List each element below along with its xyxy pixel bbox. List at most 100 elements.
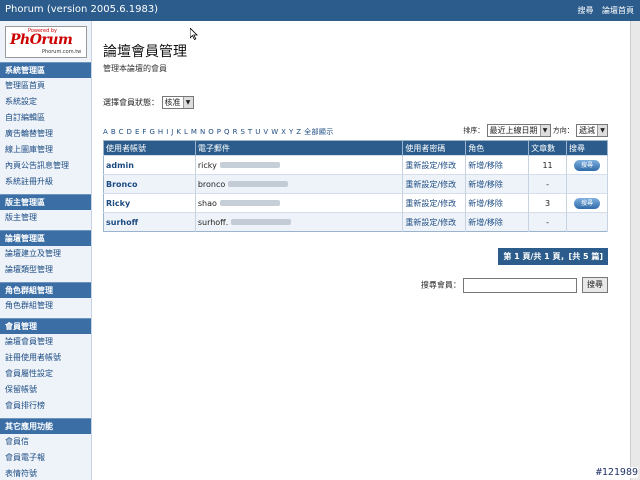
sidebar-item-forum-types[interactable]: 論壇類型管理: [0, 262, 91, 278]
logo-name: PhOrum: [10, 32, 73, 48]
redacted-email: [219, 200, 280, 206]
vertical-scrollbar[interactable]: [630, 21, 640, 480]
col-username: 使用者帳號: [103, 140, 196, 156]
post-count: -: [528, 212, 567, 232]
direction-label: 方向：: [552, 126, 574, 135]
sidebar-item-moderator-admin[interactable]: 版主管理: [0, 210, 91, 226]
username-link[interactable]: Ricky: [106, 199, 130, 208]
sidebar-header: 其它應用功能: [0, 418, 91, 434]
sidebar-group-system: 系統管理區 管理區首頁 系統設定 自訂編輯區 廣告輪替管理 線上圖庫管理 內頁公…: [0, 62, 91, 190]
email-text: surhoff.: [197, 217, 229, 227]
top-link-search[interactable]: 搜尋: [577, 6, 593, 15]
sort-value: 最近上線日期: [489, 126, 538, 135]
sort-controls: 排序： 最近上線日期 ▼ 方向： 遞減 ▼: [463, 124, 608, 137]
sidebar-group-members: 會員管理 論壇會員管理 註冊使用者帳號 會員屬性設定 保留帳號 會員排行榜: [0, 318, 91, 414]
status-select[interactable]: 核准 ▼: [161, 96, 194, 109]
app-title: Phorum (version 2005.6.1983): [5, 4, 159, 15]
sidebar-item-upgrade[interactable]: 系統註冊升級: [0, 174, 91, 190]
sidebar-item-forum-create[interactable]: 論壇建立及管理: [0, 246, 91, 262]
status-label: 選擇會員狀態：: [103, 98, 159, 107]
top-links: 搜尋 論壇首頁: [571, 5, 634, 16]
sidebar-item-newsletter[interactable]: 會員電子報: [0, 450, 91, 466]
post-count: 3: [528, 193, 567, 213]
page-subtitle: 管理本論壇的會員: [103, 64, 167, 73]
mouse-cursor-icon: [190, 28, 198, 40]
post-count: 11: [528, 155, 567, 175]
search-cell: [566, 174, 608, 194]
sidebar-item-gallery[interactable]: 線上圖庫管理: [0, 142, 91, 158]
email-text: ricky: [197, 160, 217, 170]
table-row: Bronco bronco 重新設定/修改 新增/移除 -: [103, 174, 608, 194]
role-edit-link[interactable]: 新增/移除: [468, 199, 503, 208]
sidebar-item-admin-home[interactable]: 管理區首頁: [0, 78, 91, 94]
sidebar-item-role-groups[interactable]: 角色群組管理: [0, 298, 91, 314]
members-table: 使用者帳號 電子郵件 使用者密碼 角色 文章數 搜尋 admin ricky 重…: [103, 140, 608, 232]
sidebar: Powered by PhOrum Phorum.com.tw 系統管理區 管理…: [0, 21, 92, 480]
redacted-email: [219, 162, 280, 168]
sidebar-group-roles: 角色群組管理 角色群組管理: [0, 282, 91, 314]
direction-select[interactable]: 遞減 ▼: [576, 124, 608, 137]
sidebar-header: 會員管理: [0, 318, 91, 334]
sidebar-item-announcements[interactable]: 內頁公告訊息管理: [0, 158, 91, 174]
sidebar-group-forums: 論壇管理區 論壇建立及管理 論壇類型管理: [0, 230, 91, 278]
post-count: -: [528, 174, 567, 194]
reset-password-link[interactable]: 重新設定/修改: [405, 161, 456, 170]
sidebar-item-system-settings[interactable]: 系統設定: [0, 94, 91, 110]
role-edit-link[interactable]: 新增/移除: [468, 180, 503, 189]
chevron-down-icon: ▼: [597, 125, 607, 136]
sidebar-item-custom-edit[interactable]: 自訂編輯區: [0, 110, 91, 126]
sidebar-item-register-user[interactable]: 註冊使用者帳號: [0, 350, 91, 366]
phorum-logo[interactable]: Powered by PhOrum Phorum.com.tw: [5, 26, 87, 58]
col-search: 搜尋: [566, 140, 608, 156]
sidebar-header: 論壇管理區: [0, 230, 91, 246]
chevron-down-icon: ▼: [182, 97, 193, 108]
sidebar-group-moderators: 版主管理區 版主管理: [0, 194, 91, 226]
sidebar-header: 角色群組管理: [0, 282, 91, 298]
sort-select[interactable]: 最近上線日期 ▼: [486, 124, 551, 137]
member-search: 搜尋會員： 搜尋: [421, 277, 608, 293]
sidebar-item-member-ranking[interactable]: 會員排行榜: [0, 398, 91, 414]
reset-password-link[interactable]: 重新設定/修改: [405, 180, 456, 189]
top-link-forum-home[interactable]: 論壇首頁: [602, 6, 634, 15]
role-edit-link[interactable]: 新增/移除: [468, 161, 503, 170]
table-header-row: 使用者帳號 電子郵件 使用者密碼 角色 文章數 搜尋: [103, 140, 608, 156]
sidebar-header: 系統管理區: [0, 62, 91, 78]
sidebar-item-member-mail[interactable]: 會員信: [0, 434, 91, 450]
sidebar-item-member-admin[interactable]: 論壇會員管理: [0, 334, 91, 350]
image-id-label: #121989: [595, 467, 638, 478]
sidebar-item-ads[interactable]: 廣告輪替管理: [0, 126, 91, 142]
alphabet-filter[interactable]: A B C D E F G H I J K L M N O P Q R S T …: [103, 127, 334, 137]
sidebar-group-other: 其它應用功能 會員信 會員電子報 表情符號: [0, 418, 91, 480]
col-password: 使用者密碼: [402, 140, 467, 156]
email-text: bronco: [197, 179, 226, 189]
redacted-email: [231, 219, 292, 225]
chevron-down-icon: ▼: [539, 125, 550, 136]
sidebar-item-member-attributes[interactable]: 會員屬性設定: [0, 366, 91, 382]
search-member-input[interactable]: [463, 277, 578, 293]
email-text: shao: [197, 198, 217, 208]
role-edit-link[interactable]: 新增/移除: [468, 218, 503, 227]
direction-value: 遞減: [579, 126, 595, 135]
title-bar: Phorum (version 2005.6.1983) 搜尋 論壇首頁: [0, 0, 640, 21]
pagination[interactable]: 第 1 頁/共 1 頁，[共 5 篇]: [498, 248, 608, 265]
page-title: 論壇會員管理: [103, 44, 187, 60]
sidebar-item-reserved-accounts[interactable]: 保留帳號: [0, 382, 91, 398]
reset-password-link[interactable]: 重新設定/修改: [405, 218, 456, 227]
status-filter: 選擇會員狀態： 核准 ▼: [103, 96, 194, 109]
username-link[interactable]: surhoff: [106, 218, 138, 227]
table-row: admin ricky 重新設定/修改 新增/移除 11 搜尋: [103, 155, 608, 175]
reset-password-link[interactable]: 重新設定/修改: [405, 199, 456, 208]
sidebar-item-emoticons[interactable]: 表情符號: [0, 466, 91, 480]
status-value: 核准: [164, 98, 181, 107]
username-link[interactable]: admin: [106, 161, 134, 170]
logo-url: Phorum.com.tw: [42, 49, 82, 55]
sidebar-header: 版主管理區: [0, 194, 91, 210]
redacted-email: [228, 181, 289, 187]
sort-label: 排序：: [463, 126, 485, 135]
col-email: 電子郵件: [195, 140, 404, 156]
username-link[interactable]: Bronco: [106, 180, 137, 189]
search-posts-button[interactable]: 搜尋: [574, 159, 600, 171]
col-posts: 文章數: [528, 140, 567, 156]
search-member-button[interactable]: 搜尋: [582, 277, 608, 293]
search-posts-button[interactable]: 搜尋: [574, 197, 600, 209]
